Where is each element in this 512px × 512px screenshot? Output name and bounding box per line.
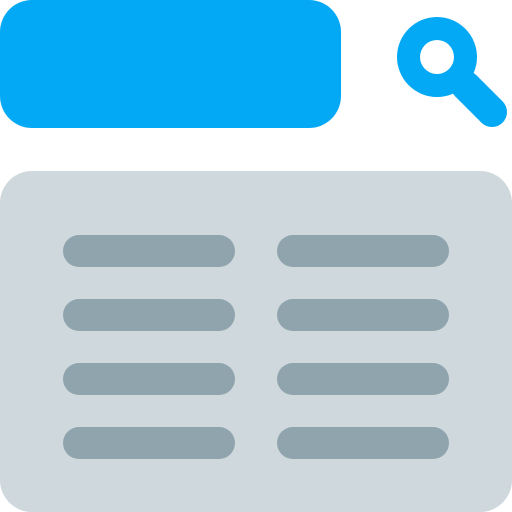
- search-button[interactable]: [380, 0, 512, 132]
- result-line[interactable]: [63, 363, 235, 395]
- results-panel: [0, 171, 512, 512]
- result-line[interactable]: [277, 363, 449, 395]
- result-line[interactable]: [63, 235, 235, 267]
- search-input[interactable]: [0, 0, 341, 128]
- result-line[interactable]: [63, 299, 235, 331]
- result-line[interactable]: [277, 427, 449, 459]
- search-icon: [397, 17, 507, 127]
- search-results-illustration: [0, 0, 512, 512]
- result-line[interactable]: [277, 235, 449, 267]
- result-line[interactable]: [63, 427, 235, 459]
- results-list: [63, 235, 449, 459]
- result-line[interactable]: [277, 299, 449, 331]
